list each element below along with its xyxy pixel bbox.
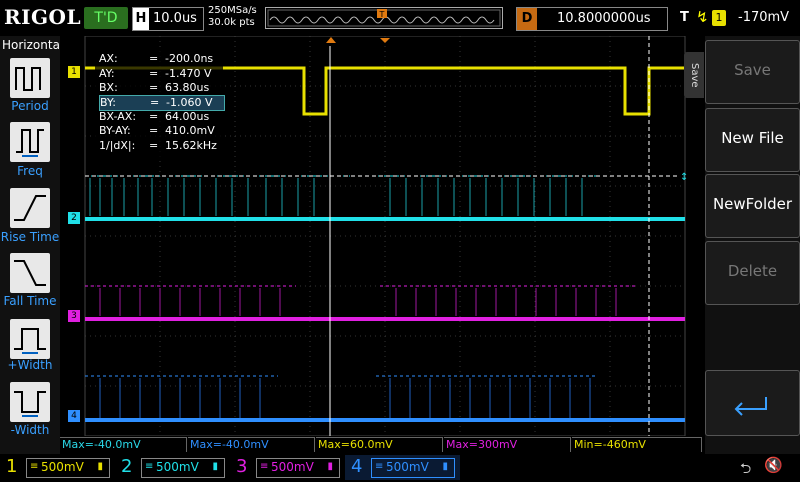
memory-overview-waveform: T bbox=[267, 9, 501, 27]
speaker-mute-icon[interactable]: 🔇 bbox=[764, 456, 783, 474]
ch2-tag[interactable]: 2 ≡ 500mV ▮ bbox=[115, 455, 227, 480]
memory-depth: 30.0k pts bbox=[208, 17, 255, 28]
freq-icon bbox=[16, 129, 44, 157]
trigger-key: T bbox=[680, 10, 689, 25]
horizontal-key: H bbox=[133, 8, 149, 30]
measurement-bar: Max=-40.0mV Max=-40.0mV Max=60.0mV Max=3… bbox=[60, 437, 703, 453]
right-softkey-panel: Save New File NewFolder Delete bbox=[705, 36, 800, 454]
readout-row-by-ay: BY-AY: = 410.0mV bbox=[99, 124, 215, 137]
ch2-ground-marker[interactable]: 2 bbox=[68, 212, 80, 224]
positive-width-button[interactable] bbox=[10, 319, 50, 359]
readout-row-inv-dx: 1/|dX|: = 15.62kHz bbox=[99, 139, 217, 152]
memory-overview-bar[interactable]: T bbox=[265, 7, 503, 29]
ch4-trace bbox=[85, 375, 685, 422]
ch1-ground-marker[interactable]: 1 bbox=[68, 66, 80, 78]
negative-width-icon bbox=[14, 391, 46, 417]
measurement-5[interactable]: Min=-460mV bbox=[572, 437, 702, 452]
channel-status-bar: 1 ≡ 500mV ▮ 2 ≡ 500mV ▮ 3 ≡ 500mV ▮ 4 ≡ 500mV ▮ … bbox=[0, 455, 800, 480]
fall-time-label: Fall Time bbox=[3, 294, 57, 308]
trigger-box[interactable]: T ↯ 1 -170mV bbox=[676, 7, 796, 29]
brand-logo: RIGOL bbox=[4, 5, 82, 29]
new-file-button[interactable]: New File bbox=[705, 108, 800, 172]
ch3-trace bbox=[85, 285, 685, 321]
readout-row-bx-ax: BX-AX: = 64.00us bbox=[99, 110, 210, 123]
ch3-ground-marker[interactable]: 3 bbox=[68, 310, 80, 322]
measurement-3[interactable]: Max=60.0mV bbox=[316, 437, 443, 452]
sample-rate: 250MSa/s bbox=[208, 5, 257, 16]
period-button[interactable] bbox=[10, 58, 50, 98]
rising-edge-icon: ↯ bbox=[696, 8, 709, 26]
new-folder-button[interactable]: NewFolder bbox=[705, 174, 800, 238]
ch4-ground-marker[interactable]: 4 bbox=[68, 410, 80, 422]
ch4-tag-active[interactable]: 4 ≡ 500mV ▮ bbox=[345, 455, 460, 480]
return-arrow-icon bbox=[734, 397, 767, 416]
delay-key: D bbox=[517, 8, 537, 30]
readout-row-by-selected[interactable]: BY: = -1.060 V bbox=[99, 95, 225, 111]
readout-row-bx: BX: = 63.80us bbox=[99, 81, 210, 94]
ch3-tag[interactable]: 3 ≡ 500mV ▮ bbox=[230, 455, 342, 480]
freq-label: Freq bbox=[17, 164, 43, 178]
save-button[interactable]: Save bbox=[705, 40, 800, 104]
measurement-4[interactable]: Max=300mV bbox=[444, 437, 571, 452]
delete-button[interactable]: Delete bbox=[705, 241, 800, 305]
negative-width-label: -Width bbox=[10, 423, 50, 437]
cursor-readout: AX: = -200.0ns AY: = -1.470 V BX: = 63.80us BY… bbox=[95, 50, 225, 158]
rise-time-button[interactable] bbox=[10, 188, 50, 228]
left-menu-title: Horizontal bbox=[2, 38, 64, 52]
measurement-1[interactable]: Max=-40.0mV bbox=[60, 437, 187, 452]
trigger-level: -170mV bbox=[738, 10, 790, 25]
delay-value: 10.8000000us bbox=[557, 11, 651, 26]
fall-time-button[interactable] bbox=[10, 253, 50, 293]
period-label: Period bbox=[11, 99, 49, 113]
freq-button[interactable] bbox=[10, 122, 50, 162]
readout-row-ax: AX: = -200.0ns bbox=[99, 52, 214, 65]
rise-time-icon bbox=[14, 195, 46, 221]
ch2-trace bbox=[85, 175, 685, 221]
delay-box[interactable]: D 10.8000000us bbox=[516, 7, 668, 31]
svg-text:↕: ↕ bbox=[680, 172, 688, 183]
positive-width-icon bbox=[14, 328, 46, 354]
period-icon bbox=[15, 67, 41, 91]
svg-text:T: T bbox=[379, 10, 385, 19]
trigger-status[interactable]: T'D bbox=[84, 7, 128, 29]
rise-time-label: Rise Time bbox=[0, 230, 60, 244]
ch1-tag[interactable]: 1 ≡ 500mV ▮ bbox=[0, 455, 112, 480]
measurement-2[interactable]: Max=-40.0mV bbox=[188, 437, 315, 452]
positive-width-label: +Width bbox=[7, 358, 53, 372]
top-status-bar: RIGOL T'D H 10.0us 250MSa/s 30.0k pts T … bbox=[0, 0, 800, 36]
readout-row-ay: AY: = -1.470 V bbox=[99, 67, 212, 80]
trigger-source: 1 bbox=[712, 10, 726, 26]
timebase-value: 10.0us bbox=[153, 11, 197, 26]
negative-width-button[interactable] bbox=[10, 382, 50, 422]
return-button[interactable] bbox=[705, 370, 800, 436]
fall-time-icon bbox=[14, 260, 46, 286]
usb-icon: ⮌ bbox=[740, 461, 752, 477]
trigger-time-marker bbox=[326, 37, 336, 43]
save-menu-tab[interactable]: Save bbox=[684, 52, 704, 98]
timebase-box[interactable]: H 10.0us bbox=[132, 7, 204, 31]
acquisition-info: 250MSa/s 30.0k pts bbox=[208, 5, 257, 29]
